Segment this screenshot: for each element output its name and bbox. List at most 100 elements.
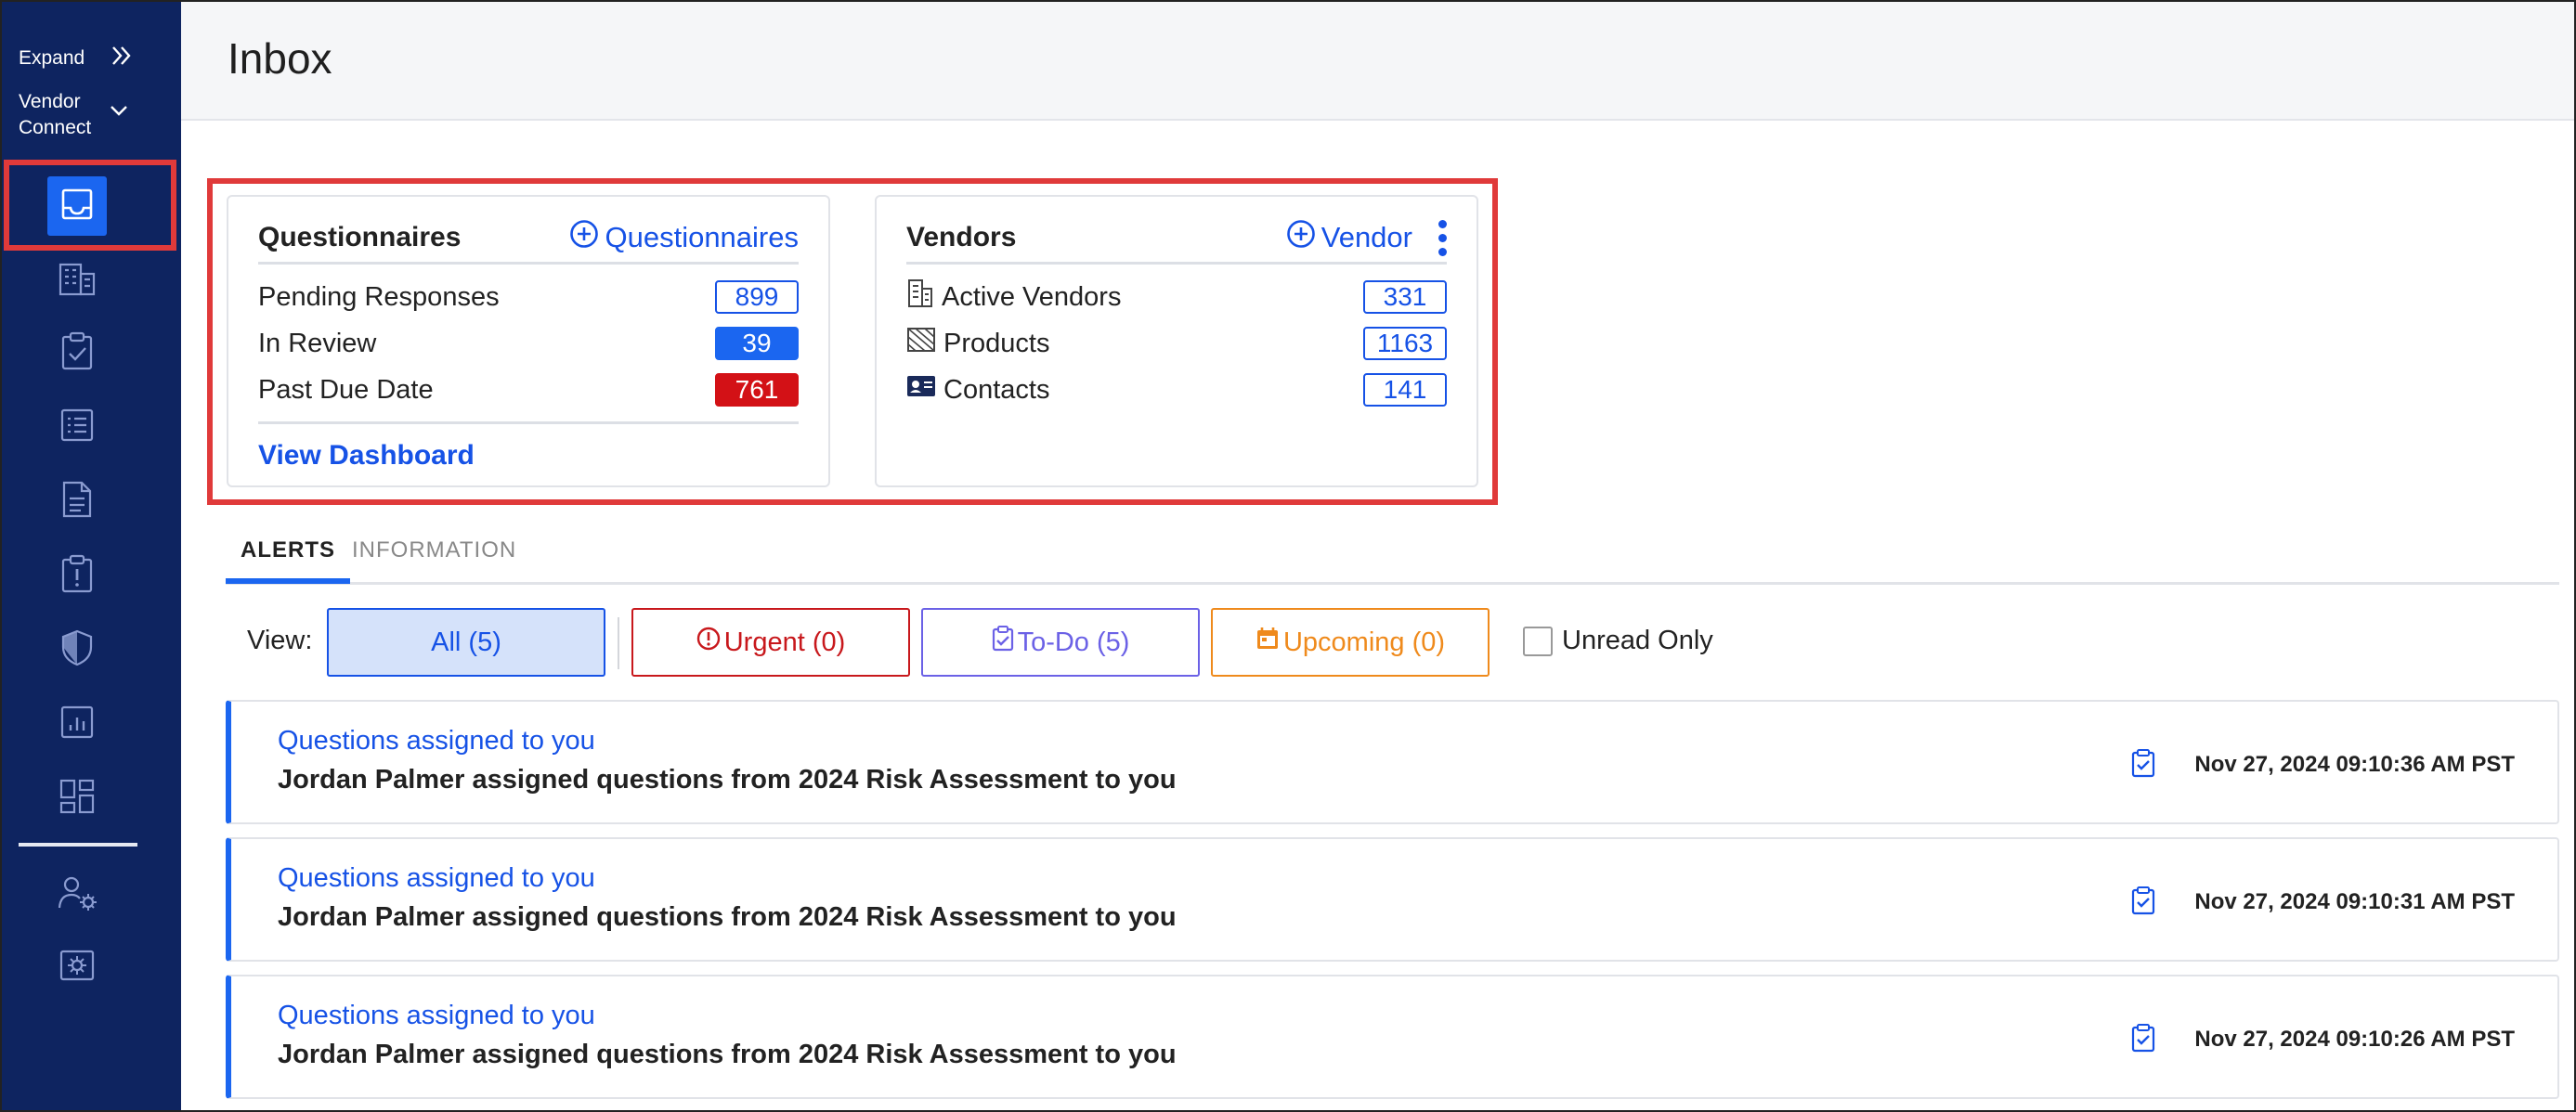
- contacts-row[interactable]: Contacts 141: [906, 371, 1447, 408]
- products-icon: [906, 326, 936, 361]
- contacts-label-group: Contacts: [906, 374, 1049, 406]
- filter-upcoming-label: Upcoming (0): [1282, 627, 1446, 657]
- tab-information[interactable]: INFORMATION: [337, 537, 531, 578]
- products-label-group: Products: [906, 326, 1049, 361]
- filter-all-button[interactable]: All (5): [327, 608, 605, 677]
- in-review-count[interactable]: 39: [715, 327, 799, 360]
- filter-todo-button[interactable]: To-Do (5): [921, 608, 1200, 677]
- alert-title[interactable]: Questions assigned to you: [278, 863, 595, 894]
- unread-only-toggle[interactable]: Unread Only: [1523, 626, 1713, 656]
- products-count[interactable]: 1163: [1363, 327, 1447, 360]
- active-vendors-count[interactable]: 331: [1363, 280, 1447, 314]
- sidebar-item-issues[interactable]: [57, 554, 98, 598]
- view-dashboard-link[interactable]: View Dashboard: [258, 440, 475, 472]
- report-chart-icon: [59, 705, 95, 744]
- user-settings-icon: [57, 874, 98, 916]
- contacts-count[interactable]: 141: [1363, 373, 1447, 407]
- alert-timestamp: Nov 27, 2024 09:10:31 AM PST: [2194, 889, 2515, 914]
- plus-circle-icon: [1286, 219, 1316, 256]
- alert-body: Jordan Palmer assigned questions from 20…: [278, 1040, 1177, 1069]
- sidebar-item-reports[interactable]: [57, 704, 98, 744]
- alert-title[interactable]: Questions assigned to you: [278, 726, 595, 756]
- shield-icon: [59, 628, 95, 672]
- add-vendor-button[interactable]: Vendor: [1286, 219, 1412, 256]
- sidebar-item-assessments[interactable]: [57, 331, 98, 375]
- sidebar-item-dashboards[interactable]: [57, 778, 98, 819]
- filter-urgent-label: Urgent (0): [723, 627, 846, 657]
- vendors-card-title: Vendors: [906, 222, 1017, 252]
- in-review-label: In Review: [258, 328, 377, 358]
- past-due-label: Past Due Date: [258, 374, 434, 405]
- vendors-card-header: Vendors Vendor: [906, 213, 1447, 265]
- clipboard-check-icon: [59, 331, 96, 375]
- add-questionnaire-label: Questionnaires: [605, 221, 799, 253]
- pending-responses-row[interactable]: Pending Responses 899: [258, 278, 799, 316]
- filter-urgent-button[interactable]: Urgent (0): [631, 608, 910, 677]
- page-title: Inbox: [228, 34, 332, 83]
- settings-box-icon: [59, 947, 96, 989]
- tab-alerts[interactable]: ALERTS: [226, 537, 350, 584]
- alert-item[interactable]: Questions assigned to you Jordan Palmer …: [226, 837, 2559, 962]
- questionnaires-card: Questionnaires Questionnaires Pending Re…: [227, 195, 830, 487]
- alert-timestamp: Nov 27, 2024 09:10:26 AM PST: [2194, 1027, 2515, 1052]
- alert-body: Jordan Palmer assigned questions from 20…: [278, 765, 1177, 795]
- contacts-label: Contacts: [943, 374, 1050, 405]
- alert-item[interactable]: Questions assigned to you Jordan Palmer …: [226, 975, 2559, 1099]
- in-review-row[interactable]: In Review 39: [258, 325, 799, 362]
- sidebar-item-security[interactable]: [57, 629, 98, 670]
- sidebar-item-questionnaires[interactable]: [57, 407, 98, 447]
- document-icon: [61, 480, 93, 524]
- clipboard-alert-icon: [59, 554, 96, 598]
- page-header: Inbox: [181, 0, 2576, 121]
- sidebar-item-documents[interactable]: [57, 481, 98, 522]
- chevron-down-icon: [109, 98, 129, 124]
- alert-timestamp: Nov 27, 2024 09:10:36 AM PST: [2194, 752, 2515, 777]
- sidebar-item-inbox[interactable]: [47, 176, 107, 236]
- view-label: View:: [247, 626, 313, 655]
- double-chevron-right-icon: [109, 43, 135, 74]
- filter-all-label: All (5): [431, 627, 501, 657]
- alert-title[interactable]: Questions assigned to you: [278, 1001, 595, 1031]
- products-row[interactable]: Products 1163: [906, 325, 1447, 362]
- questionnaires-card-title: Questionnaires: [258, 222, 462, 252]
- alert-circle-icon: [696, 627, 721, 658]
- alert-item[interactable]: Questions assigned to you Jordan Palmer …: [226, 700, 2559, 824]
- sidebar-item-admin-settings[interactable]: [57, 947, 98, 988]
- clipboard-check-icon: [2130, 748, 2156, 782]
- inbox-icon: [59, 186, 96, 227]
- add-questionnaire-button[interactable]: Questionnaires: [569, 219, 799, 256]
- vendor-connect-menu[interactable]: Vendor Connect: [19, 89, 167, 141]
- sidebar-item-user-settings[interactable]: [57, 874, 98, 915]
- building-icon: [906, 278, 934, 317]
- clipboard-check-icon: [992, 626, 1014, 659]
- card-divider: [258, 421, 799, 424]
- vendor-connect-label: Vendor Connect: [19, 91, 92, 138]
- active-vendors-row[interactable]: Active Vendors 331: [906, 278, 1447, 316]
- active-vendors-label-group: Active Vendors: [906, 278, 1121, 317]
- pending-responses-count[interactable]: 899: [715, 280, 799, 314]
- vendors-card-actions: Vendor: [1286, 219, 1447, 256]
- unread-only-checkbox[interactable]: [1523, 626, 1553, 656]
- sidebar-item-vendors[interactable]: [57, 260, 98, 301]
- expand-button[interactable]: Expand: [19, 43, 135, 74]
- sidebar-divider: [19, 843, 137, 847]
- past-due-count[interactable]: 761: [715, 373, 799, 407]
- alert-body: Jordan Palmer assigned questions from 20…: [278, 902, 1177, 932]
- list-icon: [59, 407, 95, 447]
- building-icon: [58, 261, 97, 301]
- dashboard-grid-icon: [59, 778, 96, 820]
- more-options-icon[interactable]: [1438, 219, 1447, 256]
- clipboard-check-icon: [2130, 1023, 2156, 1057]
- vendors-card: Vendors Vendor Active Vendors 331 Produc…: [875, 195, 1478, 487]
- filter-upcoming-button[interactable]: Upcoming (0): [1211, 608, 1490, 677]
- active-vendors-label: Active Vendors: [942, 281, 1122, 312]
- unread-only-label: Unread Only: [1562, 626, 1713, 655]
- add-vendor-label: Vendor: [1321, 221, 1412, 253]
- sidebar: Expand Vendor Connect: [0, 0, 181, 1112]
- questionnaires-card-header: Questionnaires Questionnaires: [258, 213, 799, 265]
- contact-card-icon: [906, 374, 936, 406]
- products-label: Products: [943, 328, 1050, 358]
- past-due-row[interactable]: Past Due Date 761: [258, 371, 799, 408]
- calendar-icon: [1255, 627, 1280, 658]
- filter-todo-label: To-Do (5): [1017, 627, 1130, 657]
